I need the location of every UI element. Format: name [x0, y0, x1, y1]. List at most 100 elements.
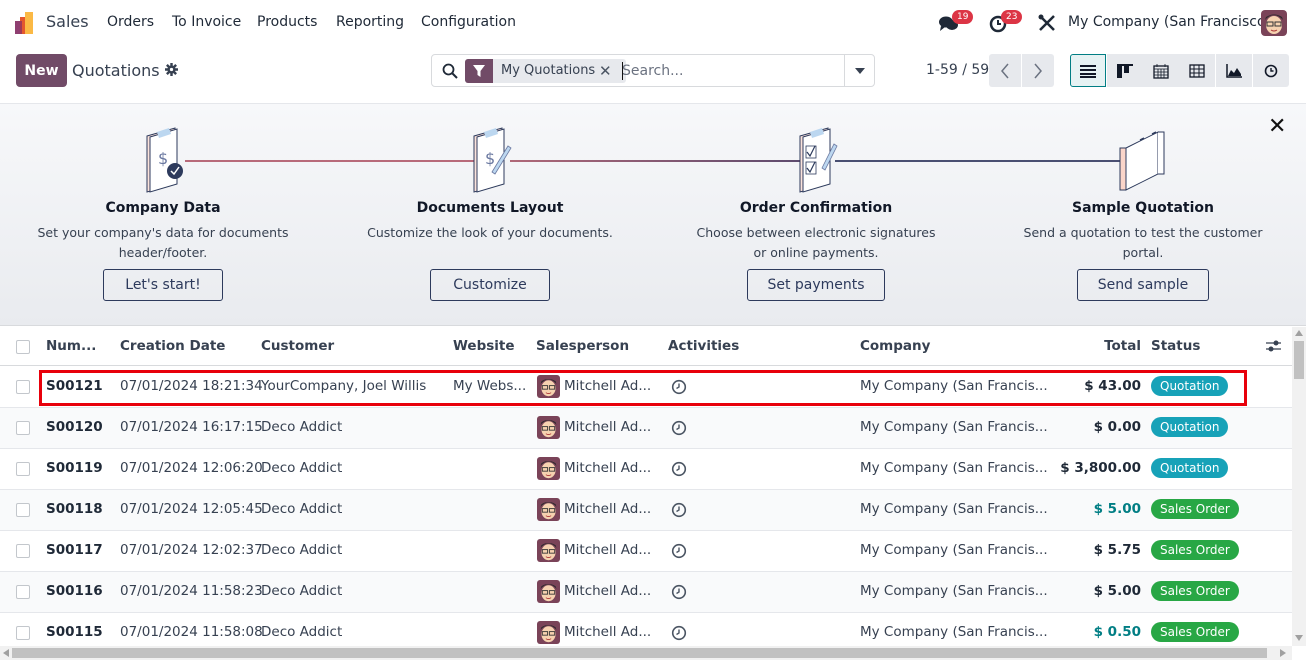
menu-orders[interactable]: Orders: [107, 14, 154, 30]
vertical-scroll-thumb[interactable]: [1294, 341, 1304, 379]
debug-tools-icon[interactable]: [1037, 13, 1059, 35]
cell-creation-date: 07/01/2024 18:21:34: [120, 378, 263, 394]
facet-label: My Quotations: [501, 63, 596, 78]
company-switcher[interactable]: My Company (San Francisco): [1068, 14, 1271, 30]
cell-customer: Deco Addict: [261, 460, 343, 476]
salesperson-avatar: [537, 621, 560, 644]
menu-reporting[interactable]: Reporting: [336, 14, 404, 30]
activity-clock-icon[interactable]: [671, 625, 687, 641]
cell-customer: Deco Addict: [261, 624, 343, 640]
horizontal-scrollbar[interactable]: [0, 646, 1292, 660]
cell-number: S00118: [46, 501, 103, 517]
view-kanban-button[interactable]: [1107, 54, 1143, 87]
pager-value[interactable]: 1-59 / 59: [926, 62, 989, 78]
set-payments-button[interactable]: Set payments: [747, 269, 885, 301]
table-row[interactable]: S00117 07/01/2024 12:02:37 Deco Addict Mitc…: [0, 531, 1292, 572]
activities-badge: 23: [1001, 10, 1023, 24]
select-all-checkbox[interactable]: [16, 340, 30, 354]
send-sample-button[interactable]: Send sample: [1077, 269, 1209, 301]
row-checkbox[interactable]: [16, 585, 30, 599]
remove-facet-icon[interactable]: ✕: [599, 62, 612, 80]
table-row[interactable]: S00115 07/01/2024 11:58:08 Deco Addict Mitc…: [0, 613, 1292, 647]
row-checkbox[interactable]: [16, 626, 30, 640]
horizontal-scroll-thumb[interactable]: [12, 648, 1267, 658]
table-header: Num... Creation Date Customer Website Sa…: [0, 327, 1292, 366]
table-row[interactable]: S00121 07/01/2024 18:21:34 YourCompany, Jo…: [0, 367, 1292, 408]
clipboard-checklist-icon: [799, 127, 838, 193]
activity-clock-icon[interactable]: [671, 420, 687, 436]
page-title: Quotations: [72, 61, 160, 80]
progress-line: [835, 160, 1125, 162]
lets-start-button[interactable]: Let's start!: [103, 269, 223, 301]
app-name[interactable]: Sales: [46, 12, 89, 31]
scroll-up-arrow-icon[interactable]: [1295, 330, 1303, 336]
search-input[interactable]: [622, 61, 842, 81]
row-checkbox[interactable]: [16, 462, 30, 476]
activity-clock-icon[interactable]: [671, 502, 687, 518]
step-description-line: header/footer.: [118, 245, 208, 260]
table-row[interactable]: S00120 07/01/2024 16:17:15 Deco Addict Mitc…: [0, 408, 1292, 449]
gear-icon[interactable]: [165, 63, 178, 76]
step-title: Company Data: [105, 200, 221, 216]
step-description-line: Choose between electronic signatures: [696, 225, 936, 240]
column-header-total[interactable]: Total: [1104, 338, 1141, 354]
pager-next-button[interactable]: [1022, 54, 1054, 87]
menu-configuration[interactable]: Configuration: [421, 14, 516, 30]
new-button[interactable]: New: [16, 54, 67, 87]
search-icon[interactable]: [442, 63, 458, 79]
status-badge: Sales Order: [1151, 581, 1239, 601]
customize-button[interactable]: Customize: [430, 269, 550, 301]
step-description: Customize the look of your documents.: [355, 223, 625, 243]
row-checkbox[interactable]: [16, 421, 30, 435]
optional-columns-toggle-icon[interactable]: [1266, 339, 1281, 353]
top-navbar: Sales Orders To Invoice Products Reporti…: [0, 0, 1306, 46]
activity-clock-icon[interactable]: [671, 461, 687, 477]
search-options-toggle[interactable]: [844, 55, 874, 86]
vertical-scrollbar[interactable]: [1292, 327, 1306, 646]
menu-products[interactable]: Products: [257, 14, 317, 30]
scroll-down-arrow-icon[interactable]: [1295, 635, 1303, 641]
row-checkbox[interactable]: [16, 544, 30, 558]
status-badge: Quotation: [1151, 458, 1229, 478]
step-description-line: portal.: [1122, 245, 1164, 260]
salesperson-avatar: [537, 580, 560, 603]
svg-text:$: $: [158, 149, 168, 168]
cell-creation-date: 07/01/2024 11:58:23: [120, 583, 263, 599]
column-header-activities[interactable]: Activities: [668, 338, 739, 354]
row-checkbox[interactable]: [16, 503, 30, 517]
column-header-creation-date[interactable]: Creation Date: [120, 338, 225, 354]
column-header-company[interactable]: Company: [860, 338, 930, 354]
table-row[interactable]: S00119 07/01/2024 12:06:20 Deco Addict Mitc…: [0, 449, 1292, 490]
progress-line: [510, 160, 805, 162]
view-calendar-button[interactable]: [1143, 54, 1179, 87]
view-activity-button[interactable]: [1253, 54, 1289, 87]
column-header-number[interactable]: Num...: [46, 338, 96, 354]
user-avatar[interactable]: [1261, 10, 1287, 36]
filter-icon: [465, 59, 493, 83]
view-graph-button[interactable]: [1216, 54, 1252, 87]
column-header-salesperson[interactable]: Salesperson: [536, 338, 629, 354]
status-badge: Quotation: [1151, 376, 1229, 396]
activity-clock-icon[interactable]: [671, 543, 687, 559]
column-header-website[interactable]: Website: [453, 338, 515, 354]
sales-app-logo-icon[interactable]: [15, 12, 37, 34]
activity-clock-icon[interactable]: [671, 379, 687, 395]
scroll-left-arrow-icon[interactable]: [3, 649, 9, 657]
column-header-status[interactable]: Status: [1151, 338, 1200, 354]
view-list-button[interactable]: [1070, 54, 1106, 87]
activity-clock-icon[interactable]: [671, 584, 687, 600]
status-badge: Sales Order: [1151, 540, 1239, 560]
scroll-right-arrow-icon[interactable]: [1280, 649, 1286, 657]
view-pivot-button[interactable]: [1179, 54, 1215, 87]
close-onboarding-icon[interactable]: ✕: [1268, 114, 1286, 139]
list-view-icon: [1080, 64, 1096, 78]
row-checkbox[interactable]: [16, 380, 30, 394]
pager-previous-button[interactable]: [989, 54, 1021, 87]
column-header-customer[interactable]: Customer: [261, 338, 334, 354]
table-row[interactable]: S00116 07/01/2024 11:58:23 Deco Addict Mitc…: [0, 572, 1292, 613]
search-facet-my-quotations: My Quotations ✕: [465, 59, 626, 83]
menu-to-invoice[interactable]: To Invoice: [172, 14, 241, 30]
chevron-left-icon: [1001, 63, 1009, 78]
salesperson-avatar: [537, 375, 560, 398]
table-row[interactable]: S00118 07/01/2024 12:05:45 Deco Addict Mitc…: [0, 490, 1292, 531]
